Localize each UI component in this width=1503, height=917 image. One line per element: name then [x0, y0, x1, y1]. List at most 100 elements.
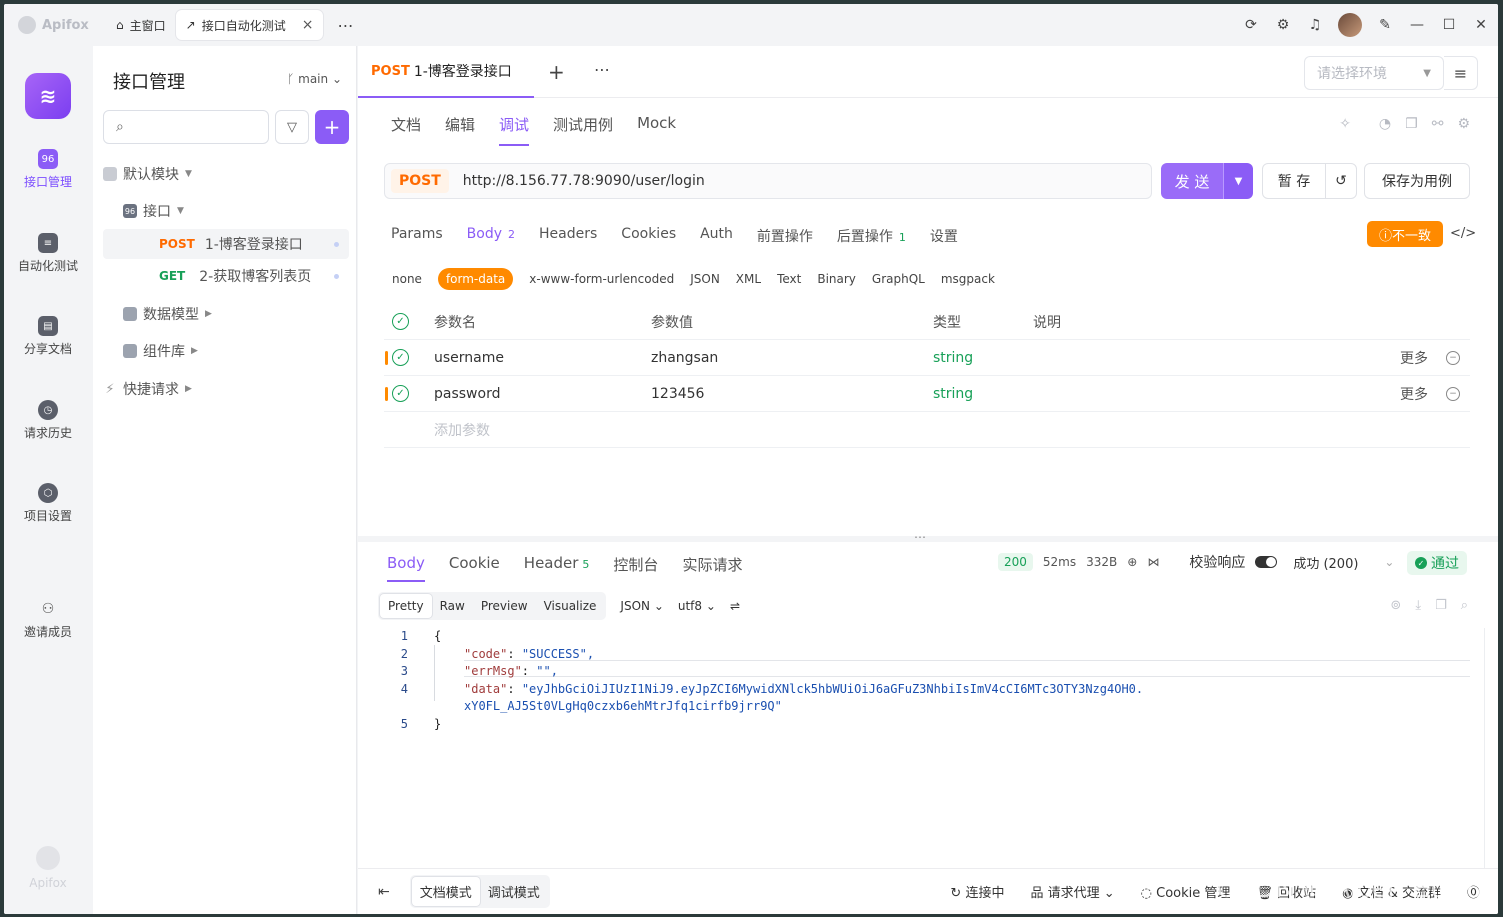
- download-icon[interactable]: ⤓: [1415, 598, 1421, 613]
- param-type[interactable]: string: [933, 350, 973, 366]
- branch-selector[interactable]: ᚴ main ⌄: [287, 72, 342, 86]
- filter-button[interactable]: ▽: [275, 110, 309, 144]
- refresh-icon[interactable]: ⟳: [1242, 16, 1260, 34]
- bell-icon[interactable]: ♫: [1306, 16, 1324, 34]
- row-more-button[interactable]: 更多: [1400, 348, 1428, 368]
- close-tab-icon[interactable]: ×: [302, 17, 314, 33]
- add-param-input[interactable]: 添加参数: [434, 420, 490, 440]
- rail-item-automation[interactable]: ≡ 自动化测试: [4, 233, 92, 274]
- close-window-icon[interactable]: ✕: [1472, 16, 1490, 34]
- tree-item-blog-list-api[interactable]: GET 2-获取博客列表页: [103, 261, 349, 291]
- view-pretty[interactable]: Pretty: [380, 594, 432, 618]
- doc-mode-button[interactable]: 文档模式: [411, 877, 480, 906]
- add-button[interactable]: +: [315, 110, 349, 144]
- copy-icon[interactable]: ❐: [1435, 598, 1447, 613]
- param-type[interactable]: string: [933, 386, 973, 402]
- copy-icon[interactable]: ❐: [1405, 116, 1418, 132]
- rail-item-invite[interactable]: ⚇ 邀请成员: [4, 599, 92, 640]
- wrap-icon[interactable]: ⇌: [730, 599, 740, 613]
- code-gen-icon[interactable]: ⚯: [1432, 116, 1444, 132]
- proxy-menu[interactable]: 品 请求代理 ⌄: [1030, 882, 1114, 901]
- avatar[interactable]: [1338, 13, 1362, 37]
- tab-headers[interactable]: Headers: [539, 226, 597, 246]
- body-type-text[interactable]: Text: [777, 272, 801, 286]
- tab-edit[interactable]: 编辑: [445, 114, 475, 146]
- body-type-msgpack[interactable]: msgpack: [941, 272, 995, 286]
- format-select[interactable]: JSON ⌄: [620, 599, 663, 613]
- new-tab-icon[interactable]: +: [548, 60, 565, 84]
- connection-status[interactable]: ↻ 连接中: [950, 882, 1004, 901]
- body-type-graphql[interactable]: GraphQL: [872, 272, 925, 286]
- window-tab-project[interactable]: ↗ 接口自动化测试 ×: [175, 10, 324, 40]
- param-value[interactable]: zhangsan: [651, 350, 718, 366]
- gear-icon[interactable]: ⚙: [1274, 16, 1292, 34]
- body-type-form-data[interactable]: form-data: [437, 268, 514, 290]
- minimize-icon[interactable]: —: [1408, 16, 1426, 34]
- tab-params[interactable]: Params: [391, 226, 443, 246]
- tab-settings[interactable]: 设置: [930, 226, 958, 246]
- collapse-sidebar-icon[interactable]: ⇤: [378, 884, 390, 900]
- rail-item-api-management[interactable]: 96 接口管理: [4, 149, 92, 190]
- share-icon[interactable]: ⋈: [1147, 555, 1159, 569]
- body-type-none[interactable]: none: [392, 272, 422, 286]
- body-type-binary[interactable]: Binary: [817, 272, 856, 286]
- tree-item-login-api[interactable]: POST 1-博客登录接口: [103, 229, 349, 259]
- view-raw[interactable]: Raw: [432, 594, 473, 618]
- param-name[interactable]: password: [434, 386, 500, 402]
- tab-auth[interactable]: Auth: [700, 226, 733, 246]
- tree-item-default-module[interactable]: 默认模块 ▼: [103, 159, 349, 189]
- globe-icon[interactable]: ⊕: [1127, 555, 1137, 569]
- upload-icon[interactable]: ⊚: [1390, 598, 1401, 613]
- tab-console[interactable]: 控制台: [613, 554, 658, 582]
- rail-item-history[interactable]: ◷ 请求历史: [4, 400, 92, 441]
- code-scrollbar[interactable]: [1484, 628, 1498, 868]
- body-type-xml[interactable]: XML: [736, 272, 761, 286]
- pin-icon[interactable]: ✎: [1376, 16, 1394, 34]
- body-type-json[interactable]: JSON: [690, 272, 720, 286]
- row-checkbox[interactable]: ✓: [392, 349, 409, 366]
- tab-docs[interactable]: 文档: [391, 114, 421, 146]
- remove-row-icon[interactable]: −: [1446, 386, 1460, 401]
- tree-item-data-models[interactable]: 数据模型 ▶: [123, 299, 349, 329]
- reset-button[interactable]: ↺: [1325, 163, 1357, 199]
- tree-item-quick-requests[interactable]: ⚡ 快捷请求 ▶: [103, 374, 349, 404]
- encoding-select[interactable]: utf8 ⌄: [678, 599, 716, 613]
- tab-debug[interactable]: 调试: [499, 114, 530, 146]
- tab-post-processors[interactable]: 后置操作 1: [837, 226, 906, 246]
- tab-pre-processors[interactable]: 前置操作: [757, 226, 813, 246]
- tab-response-body[interactable]: Body: [387, 554, 425, 582]
- validate-result-select[interactable]: 成功 (200): [1293, 553, 1358, 572]
- body-type-urlencoded[interactable]: x-www-form-urlencoded: [529, 272, 674, 286]
- tab-mock[interactable]: Mock: [637, 114, 676, 146]
- send-dropdown-button[interactable]: ▼: [1223, 163, 1253, 199]
- search-input[interactable]: [131, 120, 252, 134]
- debug-mode-button[interactable]: 调试模式: [480, 877, 548, 906]
- rail-item-share-docs[interactable]: ▤ 分享文档: [4, 316, 92, 357]
- request-tab-login[interactable]: POST 1-博客登录接口: [358, 46, 534, 98]
- param-name[interactable]: username: [434, 350, 504, 366]
- drag-handle[interactable]: [385, 386, 388, 401]
- drag-handle[interactable]: [385, 350, 388, 365]
- tree-item-api-folder[interactable]: 96 接口 ▼: [123, 196, 349, 226]
- view-visualize[interactable]: Visualize: [536, 594, 605, 618]
- maximize-icon[interactable]: ☐: [1440, 16, 1458, 34]
- response-code-viewer[interactable]: 1{ 2 "code": "SUCCESS", 3 "errMsg": "", 4 "…: [388, 628, 1470, 733]
- environment-menu-button[interactable]: ≡: [1444, 56, 1478, 90]
- chevron-down-icon[interactable]: ⌄: [1384, 555, 1394, 569]
- tab-response-cookie[interactable]: Cookie: [449, 554, 500, 582]
- tree-item-components[interactable]: 组件库 ▶: [123, 336, 349, 366]
- tab-actual-request[interactable]: 实际请求: [682, 554, 742, 582]
- window-tab-home[interactable]: ⌂ 主窗口: [106, 10, 176, 40]
- project-logo-icon[interactable]: ≋: [25, 73, 71, 119]
- row-checkbox[interactable]: ✓: [392, 385, 409, 402]
- method-select[interactable]: POST: [391, 169, 449, 193]
- panel-splitter[interactable]: ⋯: [358, 530, 1498, 544]
- save-button[interactable]: 暂 存: [1262, 163, 1326, 199]
- search-icon[interactable]: ⌕: [1461, 598, 1468, 613]
- share-icon[interactable]: ◔: [1379, 116, 1391, 132]
- tab-cookies[interactable]: Cookies: [621, 226, 676, 246]
- remove-row-icon[interactable]: −: [1446, 350, 1460, 365]
- tab-response-header[interactable]: Header 5: [524, 554, 590, 582]
- more-tabs-icon[interactable]: ⋯: [337, 16, 353, 35]
- validate-toggle[interactable]: [1255, 556, 1278, 568]
